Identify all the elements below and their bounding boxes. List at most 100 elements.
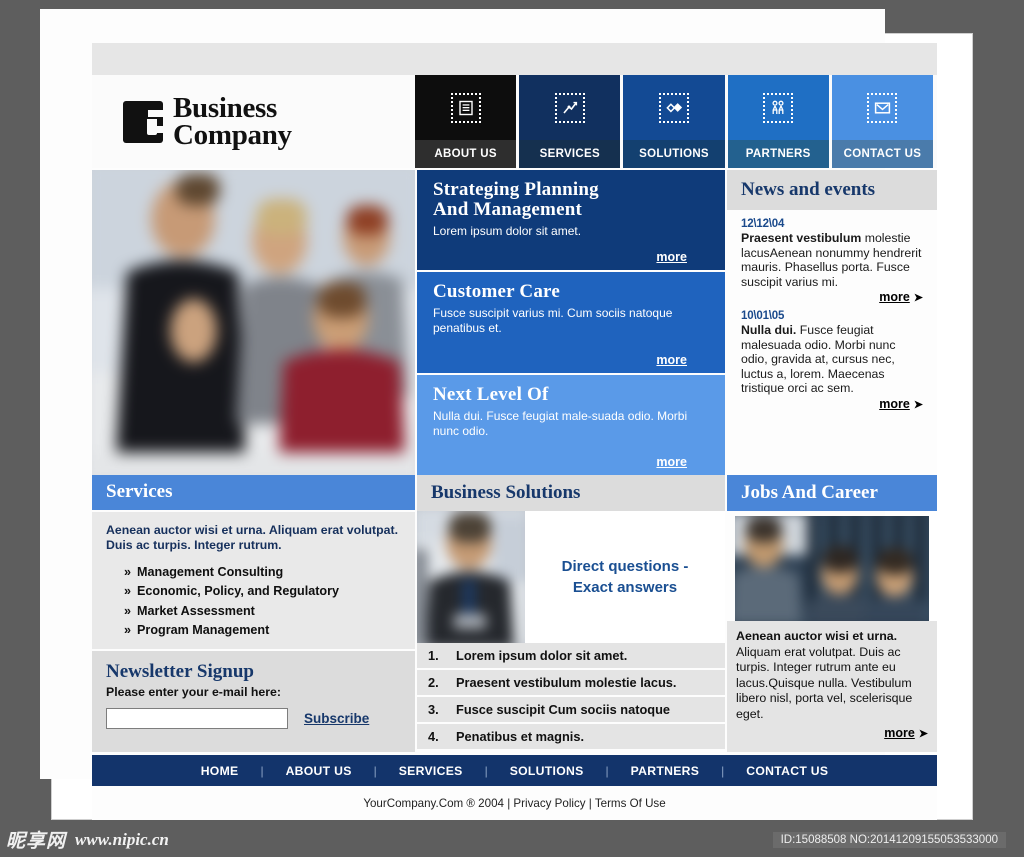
news-body: 12\12\04 Praesent vestibulum molestie la… [727, 210, 937, 475]
solutions-tagline: Direct questions - Exact answers [525, 511, 725, 643]
footer-link-solutions[interactable]: SOLUTIONS [488, 764, 606, 778]
document-icon [450, 92, 481, 123]
list-item[interactable]: 1. Lorem ipsum dolor sit amet. [417, 643, 725, 670]
news-more-link[interactable]: more ➤ [741, 397, 923, 411]
feature-more-link[interactable]: more [433, 250, 711, 264]
feature-body: Fusce suscipit varius mi. Cum sociis nat… [433, 306, 673, 336]
news-item-lead: Nulla dui. [741, 323, 797, 337]
feature-body: Lorem ipsum dolor sit amet. [433, 224, 582, 238]
feature-panels: Strateging Planning And Management Lorem… [417, 170, 725, 475]
image-id-badge: ID:15088508 NO:20141209155053533000 [772, 831, 1006, 848]
feature-panel-customer-care[interactable]: Customer Care Fusce suscipit varius mi. … [417, 272, 725, 373]
solutions-hero: Direct questions - Exact answers [417, 511, 725, 643]
news-item-text: Praesent vestibulum molestie lacusAenean… [741, 231, 923, 289]
jobs-more-link[interactable]: more ➤ [736, 726, 928, 740]
news-item-date: 10\01\05 [741, 310, 785, 322]
nav-icon-area-about-us [415, 75, 517, 140]
list-item-number: 1. [428, 648, 439, 663]
list-item-number: 4. [428, 729, 439, 744]
list-item[interactable]: » Economic, Policy, and Regulatory [124, 582, 401, 602]
feature-more-link[interactable]: more [433, 353, 711, 367]
arrow-right-icon: ➤ [913, 398, 923, 411]
list-item-number: 2. [428, 675, 439, 690]
solutions-list: 1. Lorem ipsum dolor sit amet. 2. Praesent… [417, 643, 725, 751]
list-item[interactable]: » Management Consulting [124, 563, 401, 583]
services-body: Aenean auctor wisi et urna. Aliquam erat… [92, 511, 415, 649]
solutions-tagline-line-2: Exact answers [572, 579, 678, 596]
business-solutions-column: Business Solutions Direct questions - Ex… [417, 475, 725, 752]
list-item-number: 3. [428, 702, 439, 717]
diamond-icon [659, 92, 689, 123]
jobs-body: Aenean auctor wisi et urna. Aliquam erat… [727, 621, 937, 752]
copyright-text[interactable]: YourCompany.Com ® 2004 | Privacy Policy … [363, 797, 665, 810]
chart-icon [554, 92, 585, 123]
news-item-text: Nulla dui. Fusce feugiat malesuada odio.… [741, 323, 923, 396]
nav-item-partners[interactable]: PARTNERS [727, 75, 829, 168]
email-field[interactable] [106, 707, 288, 729]
solutions-tagline-line-1: Direct questions - [561, 558, 689, 575]
double-chevron-icon: » [124, 603, 132, 618]
feature-title-line-1: Strateging Planning [433, 179, 599, 200]
nav-label-about-us[interactable]: ABOUT US [415, 140, 517, 168]
nav-label-services[interactable]: SERVICES [519, 140, 621, 168]
footer-link-home[interactable]: HOME [179, 764, 261, 778]
nav-label-contact-us[interactable]: CONTACT US [831, 140, 934, 168]
footer-link-services[interactable]: SERVICES [377, 764, 485, 778]
news-item-lead: Praesent vestibulum [741, 231, 862, 245]
list-item-label: Economic, Policy, and Regulatory [137, 584, 340, 599]
nav-icon-area-contact-us [831, 75, 934, 140]
list-item[interactable]: 4. Penatibus et magnis. [417, 724, 725, 751]
list-item-label: Management Consulting [137, 564, 284, 579]
jobs-text: Aenean auctor wisi et urna. Aliquam erat… [736, 629, 928, 722]
feature-panel-next-level-of[interactable]: Next Level Of Nulla dui. Fusce feugiat m… [417, 374, 725, 475]
footer-link-contact-us[interactable]: CONTACT US [724, 764, 850, 778]
nav-label-partners[interactable]: PARTNERS [727, 140, 829, 168]
news-more-link[interactable]: more ➤ [741, 290, 923, 304]
top-decorative-strip [92, 43, 937, 75]
news-item: 10\01\05 Nulla dui. Fusce feugiat malesu… [741, 310, 923, 411]
list-item-label: Penatibus et magnis. [456, 729, 585, 744]
list-item-label: Fusce suscipit Cum sociis natoque [456, 702, 671, 717]
double-chevron-icon: » [124, 584, 132, 599]
services-list: » Management Consulting » Economic, Policy… [106, 563, 401, 641]
nav-item-contact-us[interactable]: CONTACT US [831, 75, 934, 168]
feature-title: Strateging Planning And Management [433, 180, 711, 220]
site-header: Business Company ABOUT US SERVICES SOLUT… [92, 75, 937, 168]
feature-title-line-2: And Management [433, 199, 582, 220]
list-item-label: Praesent vestibulum molestie lacus. [456, 675, 677, 690]
top-decorative-strip-right [937, 43, 972, 75]
footer-navigation: HOME | ABOUT US | SERVICES | SOLUTIONS |… [92, 755, 937, 786]
list-item-label: Program Management [137, 623, 270, 638]
nav-item-about-us[interactable]: ABOUT US [415, 75, 517, 168]
footer-link-about-us[interactable]: ABOUT US [264, 764, 374, 778]
news-item-date: 12\12\04 [741, 218, 785, 230]
brand-logo[interactable]: Business Company [92, 75, 415, 168]
brand-line-2: Company [173, 118, 292, 151]
g-monogram-logo-icon [123, 100, 163, 143]
feature-more-link[interactable]: more [433, 455, 711, 469]
news-heading: News and events [727, 170, 937, 210]
jobs-photo [735, 516, 929, 621]
nav-icon-area-services [519, 75, 621, 140]
feature-title: Next Level Of [433, 383, 549, 405]
services-column: Services Aenean auctor wisi et urna. Ali… [92, 475, 415, 752]
footer-link-partners[interactable]: PARTNERS [609, 764, 722, 778]
double-chevron-icon: » [124, 564, 132, 579]
subscribe-button[interactable]: Subscribe [304, 711, 369, 726]
nav-item-services[interactable]: SERVICES [519, 75, 621, 168]
people-icon [763, 92, 794, 123]
nav-label-solutions[interactable]: SOLUTIONS [623, 140, 725, 168]
feature-panel-strateging-planning[interactable]: Strateging Planning And Management Lorem… [417, 170, 725, 271]
services-intro-text: Aenean auctor wisi et urna. Aliquam erat… [106, 522, 398, 552]
list-item[interactable]: 3. Fusce suscipit Cum sociis natoque [417, 697, 725, 724]
nav-item-solutions[interactable]: SOLUTIONS [623, 75, 725, 168]
list-item[interactable]: » Market Assessment [124, 602, 401, 622]
list-item[interactable]: 2. Praesent vestibulum molestie lacus. [417, 670, 725, 697]
list-item[interactable]: » Program Management [124, 621, 401, 641]
jobs-lead: Aenean auctor wisi et urna. [736, 629, 898, 643]
list-item-label: Lorem ipsum dolor sit amet. [456, 648, 628, 663]
arrow-right-icon: ➤ [913, 292, 923, 304]
brand-name: Business Company [173, 93, 292, 151]
nipic-logo: 昵享网 [6, 830, 67, 852]
nav-icon-area-partners [727, 75, 829, 140]
